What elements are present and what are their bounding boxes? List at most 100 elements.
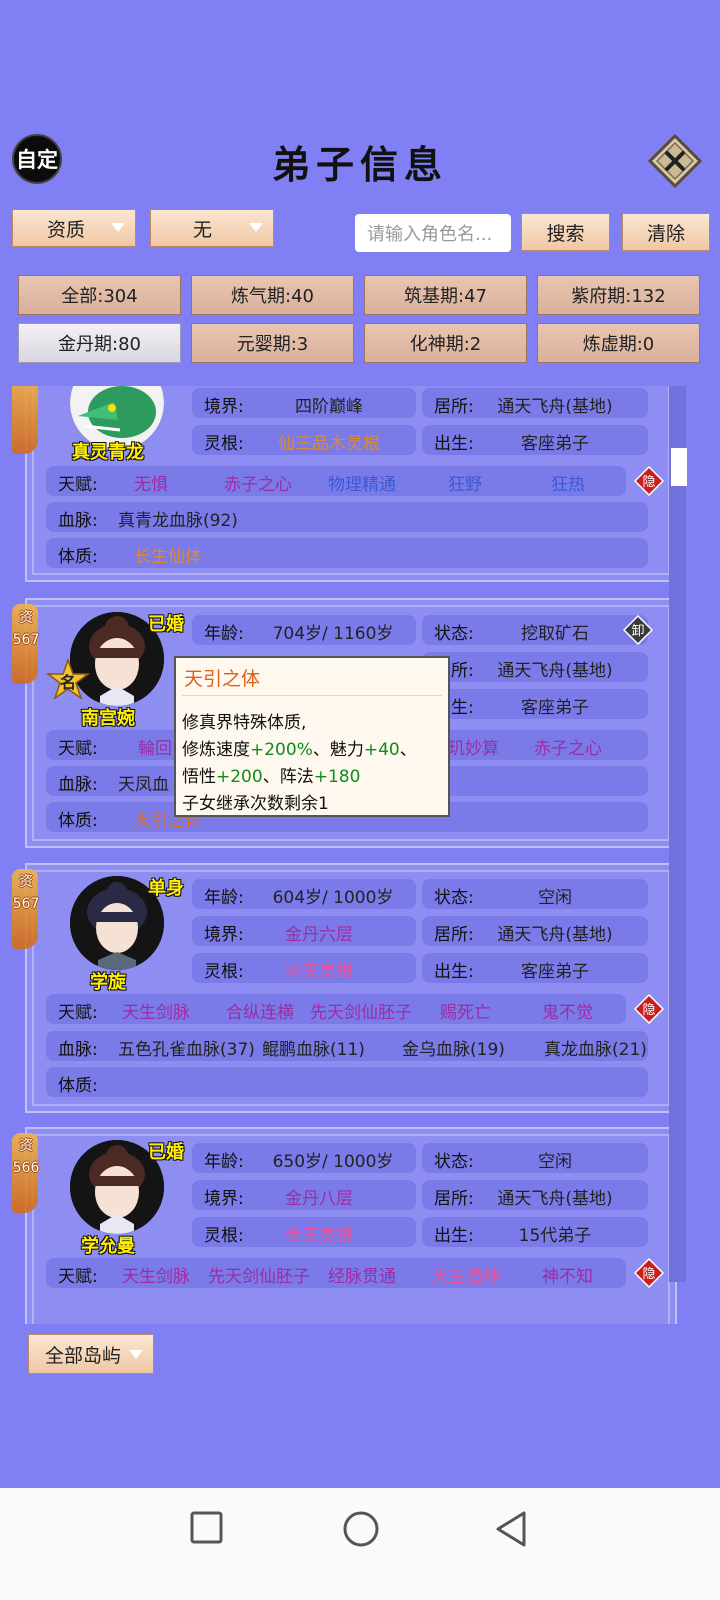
realm-field: 境界: 金丹八层 xyxy=(192,1180,416,1210)
realm-field: 境界: 四阶巅峰 xyxy=(192,388,416,418)
hide-button[interactable]: 隐 xyxy=(633,465,665,497)
hide-button[interactable]: 隐 xyxy=(633,993,665,1025)
status-field: 状态: 空闲 xyxy=(422,879,648,909)
talent-row: 天赋: 无惧 赤子之心 物理精通 狂野 狂热 xyxy=(46,466,626,496)
root-field: 灵根: 金天灵根 xyxy=(192,1217,416,1247)
tab-all[interactable]: 全部:304 xyxy=(18,275,181,315)
search-input[interactable]: 请输入角色名... xyxy=(355,214,511,252)
tab-golden-core[interactable]: 金丹期:80 xyxy=(18,323,181,363)
talent[interactable]: 赐死亡 xyxy=(440,998,491,1023)
fame-badge: 名 xyxy=(45,657,91,702)
tab-purple-palace[interactable]: 紫府期:132 xyxy=(537,275,700,315)
physique-row: 体质: 长生仙体 xyxy=(46,538,648,568)
unload-button[interactable]: 卸 xyxy=(622,614,654,646)
svg-text:名: 名 xyxy=(60,673,76,692)
talent[interactable]: 天生剑脉 xyxy=(122,1262,190,1287)
root-field: 灵根: 冰天灵根 xyxy=(192,953,416,983)
marital-status: 已婚 xyxy=(148,1142,184,1163)
diamond-icon: 隐 xyxy=(633,993,665,1025)
close-button[interactable] xyxy=(647,133,703,189)
disciple-list[interactable]: 真灵青龙 境界: 四阶巅峰 居所: 通天飞舟(基地) 灵根: 仙三品木灵根 出生: 客座… xyxy=(0,386,720,1324)
diamond-icon: 隐 xyxy=(633,465,665,497)
circle-icon xyxy=(343,1511,379,1547)
svg-text:隐: 隐 xyxy=(642,475,655,490)
tab-qi-refining[interactable]: 炼气期:40 xyxy=(191,275,354,315)
island-dropdown[interactable]: 全部岛屿 xyxy=(28,1334,154,1374)
bloodline-row: 血脉: 真青龙血脉(92) xyxy=(46,502,648,532)
age-field: 年龄: 604岁/ 1000岁 xyxy=(192,879,416,909)
talent[interactable]: 玑妙算 xyxy=(448,734,499,759)
chevron-down-icon xyxy=(129,1350,143,1359)
bloodline: 金乌血脉(19) xyxy=(402,1040,505,1060)
talent[interactable]: 先天剑仙胚子 xyxy=(310,998,412,1023)
aptitude-label: 资 xyxy=(19,874,33,890)
star-icon: 名 xyxy=(45,657,91,700)
talent[interactable]: 无惧 xyxy=(134,470,168,495)
sort-dropdown-value: 资质 xyxy=(47,218,86,241)
svg-text:卸: 卸 xyxy=(631,623,644,639)
marital-status: 单身 xyxy=(148,878,184,899)
talent[interactable]: 天生剑脉 xyxy=(122,998,190,1023)
hide-button[interactable]: 隐 xyxy=(633,1257,665,1289)
clear-button[interactable]: 清除 xyxy=(622,213,710,251)
tooltip-title: 天引之体 xyxy=(184,668,261,690)
tab-foundation[interactable]: 筑基期:47 xyxy=(364,275,527,315)
recents-button[interactable] xyxy=(189,1510,225,1546)
square-icon xyxy=(190,1511,223,1544)
aptitude-label: 资 xyxy=(19,610,33,626)
type-dropdown[interactable]: 无 xyxy=(150,209,274,247)
disciple-name: 真灵青龙 xyxy=(72,442,144,463)
bloodline-row: 血脉: 五色孔雀血脉(37) 鲲鹏血脉(11) 金乌血脉(19) 真龙血脉(21… xyxy=(46,1031,648,1061)
talent[interactable]: 天生道种 xyxy=(432,1262,500,1287)
tooltip-body: 修真界特殊体质, 修炼速度+200%、魅力+40、 悟性+200、阵法+180 … xyxy=(182,713,417,814)
birth-field: 出生: 客座弟子 xyxy=(422,425,648,455)
physique[interactable]: 长生仙体 xyxy=(134,542,202,567)
bloodline: 鲲鹏血脉(11) xyxy=(262,1040,365,1060)
talent[interactable]: 狂热 xyxy=(551,470,585,495)
marital-status: 已婚 xyxy=(148,614,184,635)
talent[interactable]: 经脉贯通 xyxy=(328,1262,396,1287)
talent[interactable]: 神不知 xyxy=(542,1262,593,1287)
residence-field: 居所: 通天飞舟(基地) xyxy=(422,652,648,682)
birth-field: 出生: 客座弟子 xyxy=(422,689,648,719)
age-field: 年龄: 704岁/ 1160岁 xyxy=(192,615,416,645)
aptitude-flame xyxy=(12,386,38,454)
disciple-name: 学旋 xyxy=(90,972,126,993)
chevron-down-icon xyxy=(111,223,125,232)
scrollbar-thumb[interactable] xyxy=(671,448,687,486)
aptitude-value: 567 xyxy=(12,896,40,912)
svg-text:隐: 隐 xyxy=(642,1267,655,1282)
residence-field: 居所: 通天飞舟(基地) xyxy=(422,1180,648,1210)
residence-field: 居所: 通天飞舟(基地) xyxy=(422,916,648,946)
home-button[interactable] xyxy=(342,1510,380,1548)
chevron-down-icon xyxy=(249,223,263,232)
diamond-icon: 卸 xyxy=(622,614,654,646)
talent[interactable]: 赤子之心 xyxy=(224,470,292,495)
talent[interactable]: 物理精通 xyxy=(328,470,396,495)
talent[interactable]: 赤子之心 xyxy=(534,734,602,759)
tab-spirit-severing[interactable]: 化神期:2 xyxy=(364,323,527,363)
talent-row: 天赋: 天生剑脉 先天剑仙胚子 经脉贯通 天生道种 神不知 xyxy=(46,1258,626,1288)
scrollbar-track[interactable] xyxy=(669,386,686,1282)
talent[interactable]: 狂野 xyxy=(448,470,482,495)
realm-field: 境界: 金丹六层 xyxy=(192,916,416,946)
talent[interactable]: 鬼不觉 xyxy=(542,998,593,1023)
back-button[interactable] xyxy=(494,1510,530,1548)
aptitude-value: 567 xyxy=(12,632,40,648)
residence-field: 居所: 通天飞舟(基地) xyxy=(422,388,648,418)
talent[interactable]: 輪回 xyxy=(138,734,172,759)
search-button[interactable]: 搜索 xyxy=(521,213,610,251)
sort-dropdown[interactable]: 资质 xyxy=(12,209,136,247)
talent[interactable]: 合纵连横 xyxy=(226,998,294,1023)
diamond-icon: 隐 xyxy=(633,1257,665,1289)
system-nav-bar xyxy=(0,1488,720,1600)
talent[interactable]: 先天剑仙胚子 xyxy=(208,1262,310,1287)
type-dropdown-value: 无 xyxy=(193,218,213,241)
aptitude-label: 资 xyxy=(19,1138,33,1154)
close-icon xyxy=(647,133,703,189)
physique-tooltip: 天引之体 修真界特殊体质, 修炼速度+200%、魅力+40、 悟性+200、阵法… xyxy=(174,656,450,817)
tab-void-refining[interactable]: 炼虚期:0 xyxy=(537,323,700,363)
svg-text:隐: 隐 xyxy=(642,1003,655,1018)
physique-row: 体质: xyxy=(46,1067,648,1097)
tab-nascent-soul[interactable]: 元婴期:3 xyxy=(191,323,354,363)
